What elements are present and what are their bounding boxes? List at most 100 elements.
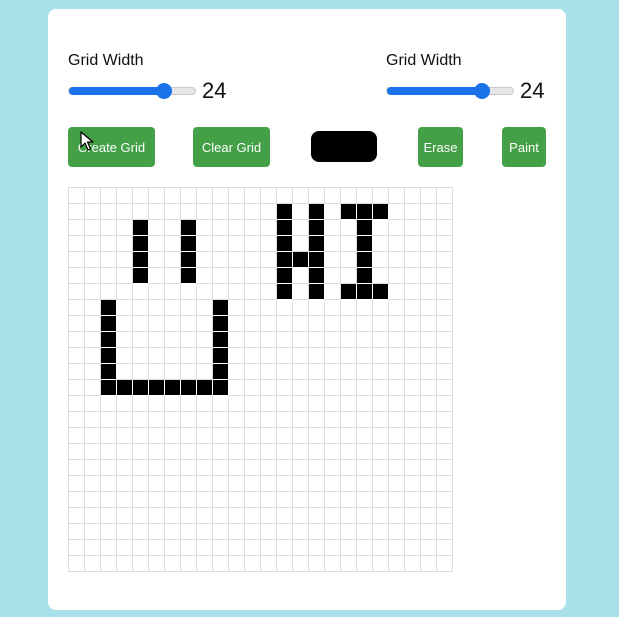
grid-cell[interactable] [229, 428, 245, 444]
grid-cell[interactable] [261, 492, 277, 508]
grid-cell[interactable] [229, 252, 245, 268]
grid-cell[interactable] [69, 252, 85, 268]
grid-cell[interactable] [261, 300, 277, 316]
grid-cell[interactable] [165, 444, 181, 460]
grid-cell[interactable] [165, 380, 181, 396]
grid-cell[interactable] [197, 524, 213, 540]
grid-cell[interactable] [357, 220, 373, 236]
grid-cell[interactable] [69, 508, 85, 524]
grid-cell[interactable] [341, 348, 357, 364]
grid-cell[interactable] [181, 236, 197, 252]
grid-cell[interactable] [293, 220, 309, 236]
grid-cell[interactable] [181, 524, 197, 540]
grid-cell[interactable] [133, 508, 149, 524]
grid-cell[interactable] [293, 348, 309, 364]
grid-cell[interactable] [229, 540, 245, 556]
grid-cell[interactable] [405, 524, 421, 540]
grid-cell[interactable] [101, 204, 117, 220]
grid-cell[interactable] [85, 556, 101, 572]
grid-cell[interactable] [69, 396, 85, 412]
grid-cell[interactable] [181, 476, 197, 492]
grid-cell[interactable] [117, 348, 133, 364]
grid-cell[interactable] [165, 300, 181, 316]
grid-cell[interactable] [69, 460, 85, 476]
grid-cell[interactable] [213, 268, 229, 284]
grid-cell[interactable] [309, 284, 325, 300]
grid-cell[interactable] [229, 380, 245, 396]
grid-cell[interactable] [293, 284, 309, 300]
grid-cell[interactable] [357, 300, 373, 316]
grid-cell[interactable] [277, 220, 293, 236]
grid-cell[interactable] [69, 444, 85, 460]
grid-cell[interactable] [149, 204, 165, 220]
grid-cell[interactable] [421, 284, 437, 300]
grid-cell[interactable] [389, 508, 405, 524]
grid-cell[interactable] [101, 460, 117, 476]
grid-cell[interactable] [245, 300, 261, 316]
grid-cell[interactable] [325, 556, 341, 572]
grid-cell[interactable] [293, 380, 309, 396]
grid-cell[interactable] [245, 316, 261, 332]
grid-cell[interactable] [261, 444, 277, 460]
grid-cell[interactable] [373, 284, 389, 300]
grid-cell[interactable] [245, 348, 261, 364]
grid-cell[interactable] [117, 460, 133, 476]
grid-cell[interactable] [133, 556, 149, 572]
grid-cell[interactable] [117, 476, 133, 492]
grid-cell[interactable] [309, 220, 325, 236]
grid-cell[interactable] [149, 332, 165, 348]
grid-cell[interactable] [261, 460, 277, 476]
grid-cell[interactable] [197, 220, 213, 236]
grid-cell[interactable] [213, 348, 229, 364]
grid-cell[interactable] [117, 316, 133, 332]
grid-cell[interactable] [293, 508, 309, 524]
grid-cell[interactable] [149, 284, 165, 300]
grid-cell[interactable] [197, 492, 213, 508]
grid-cell[interactable] [229, 316, 245, 332]
grid-cell[interactable] [85, 348, 101, 364]
grid-cell[interactable] [357, 236, 373, 252]
grid-cell[interactable] [325, 236, 341, 252]
grid-cell[interactable] [341, 460, 357, 476]
grid-cell[interactable] [261, 268, 277, 284]
grid-cell[interactable] [117, 268, 133, 284]
grid-cell[interactable] [405, 316, 421, 332]
grid-cell[interactable] [261, 508, 277, 524]
grid-cell[interactable] [389, 540, 405, 556]
grid-cell[interactable] [117, 204, 133, 220]
grid-cell[interactable] [405, 540, 421, 556]
grid-cell[interactable] [293, 556, 309, 572]
grid-cell[interactable] [117, 444, 133, 460]
grid-cell[interactable] [277, 380, 293, 396]
grid-cell[interactable] [389, 476, 405, 492]
grid-cell[interactable] [341, 492, 357, 508]
grid-cell[interactable] [437, 188, 453, 204]
grid-cell[interactable] [325, 396, 341, 412]
grid-cell[interactable] [277, 236, 293, 252]
grid-cell[interactable] [389, 444, 405, 460]
grid-cell[interactable] [213, 444, 229, 460]
grid-cell[interactable] [389, 364, 405, 380]
grid-cell[interactable] [149, 364, 165, 380]
grid-cell[interactable] [389, 188, 405, 204]
grid-cell[interactable] [293, 300, 309, 316]
grid-cell[interactable] [213, 476, 229, 492]
grid-cell[interactable] [389, 300, 405, 316]
grid-cell[interactable] [405, 268, 421, 284]
grid-cell[interactable] [245, 204, 261, 220]
grid-cell[interactable] [261, 188, 277, 204]
grid-cell[interactable] [357, 540, 373, 556]
grid-cell[interactable] [85, 524, 101, 540]
grid-cell[interactable] [213, 508, 229, 524]
grid-cell[interactable] [277, 492, 293, 508]
grid-cell[interactable] [437, 236, 453, 252]
grid-cell[interactable] [309, 268, 325, 284]
grid-cell[interactable] [277, 524, 293, 540]
grid-cell[interactable] [421, 364, 437, 380]
grid-cell[interactable] [309, 556, 325, 572]
grid-cell[interactable] [357, 204, 373, 220]
grid-cell[interactable] [325, 412, 341, 428]
grid-cell[interactable] [213, 540, 229, 556]
grid-cell[interactable] [261, 220, 277, 236]
grid-cell[interactable] [69, 236, 85, 252]
